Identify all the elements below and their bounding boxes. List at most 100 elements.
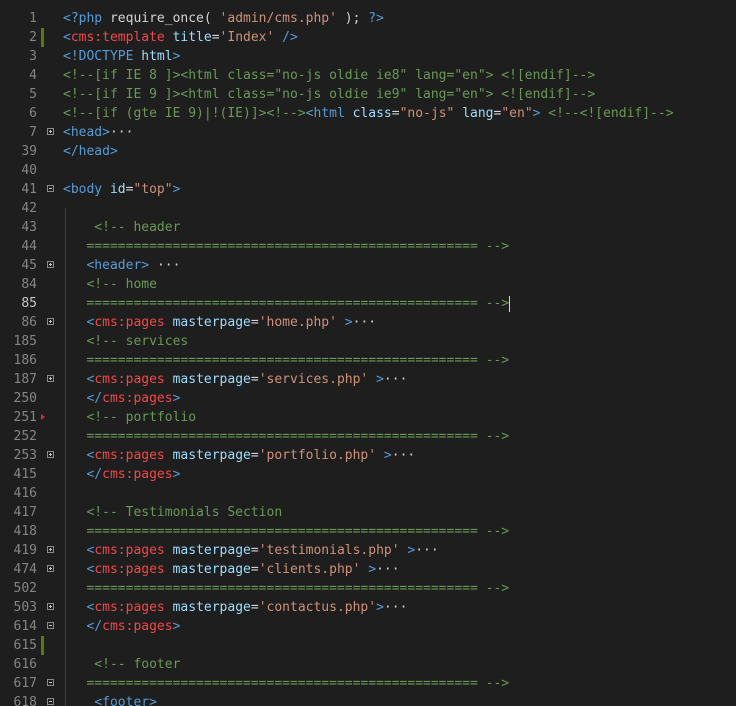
code-line[interactable]: 2 <cms:template title='Index' /> (0, 28, 736, 47)
code-token: cms:pages (94, 600, 165, 615)
code-line[interactable]: 502 ====================================… (0, 579, 736, 598)
collapse-fold-icon[interactable] (47, 622, 54, 629)
code-line[interactable]: 44 =====================================… (0, 237, 736, 256)
line-number: 187 (13, 372, 37, 387)
code-token: <?php (63, 11, 103, 26)
code-line[interactable]: 616 <!-- footer (0, 655, 736, 674)
line-number: 253 (13, 448, 37, 463)
code-line[interactable]: 1 <?php require_once( 'admin/cms.php' ); … (0, 9, 736, 28)
folded-region-ellipsis[interactable]: ··· (353, 315, 376, 330)
code-token: <!-- header (63, 220, 181, 235)
code-line[interactable]: 185 <!-- services (0, 332, 736, 351)
code-line[interactable]: 45 <header> ··· (0, 256, 736, 275)
folded-region-ellipsis[interactable]: ··· (384, 600, 407, 615)
expand-fold-icon[interactable] (47, 451, 54, 458)
code-line[interactable]: 86 <cms:pages masterpage='home.php' >··· (0, 313, 736, 332)
code-line[interactable]: 40 (0, 161, 736, 180)
code-text: <?php require_once( 'admin/cms.php' ); ?… (63, 9, 384, 28)
code-token: masterpage (164, 600, 251, 615)
code-line[interactable]: 415 </cms:pages> (0, 465, 736, 484)
code-line[interactable]: 474 <cms:pages masterpage='clients.php' … (0, 560, 736, 579)
code-line[interactable]: 187 <cms:pages masterpage='services.php'… (0, 370, 736, 389)
folded-region-ellipsis[interactable]: ··· (392, 448, 415, 463)
collapse-fold-icon[interactable] (47, 698, 54, 705)
code-line[interactable]: 614 </cms:pages> (0, 617, 736, 636)
code-line[interactable]: 252 ====================================… (0, 427, 736, 446)
expand-fold-icon[interactable] (47, 546, 54, 553)
line-number: 4 (29, 68, 37, 83)
line-number: 45 (21, 258, 37, 273)
code-line[interactable]: 6 <!--[if (gte IE 9)|!(IE)]><!--><html cl… (0, 104, 736, 123)
line-number: 186 (13, 353, 37, 368)
expand-fold-icon[interactable] (47, 375, 54, 382)
code-line[interactable]: 39 </head> (0, 142, 736, 161)
code-line[interactable]: 41 <body id="top"> (0, 180, 736, 199)
code-token: masterpage (164, 372, 251, 387)
code-token: masterpage (164, 562, 251, 577)
code-text: <head>··· (63, 123, 133, 142)
code-line[interactable]: 42 (0, 199, 736, 218)
code-line[interactable]: 418 ====================================… (0, 522, 736, 541)
code-token: 'services.php' (258, 372, 369, 387)
code-line[interactable]: 85 =====================================… (0, 294, 736, 313)
code-text: <body id="top"> (63, 180, 180, 199)
expand-fold-icon[interactable] (47, 261, 54, 268)
line-number: 185 (13, 334, 37, 349)
code-line[interactable]: 503 <cms:pages masterpage='contactus.php… (0, 598, 736, 617)
code-token: masterpage (164, 448, 251, 463)
code-line[interactable]: 253 <cms:pages masterpage='portfolio.php… (0, 446, 736, 465)
code-line[interactable]: 186 ====================================… (0, 351, 736, 370)
code-token: html (141, 49, 173, 64)
code-token: > (172, 49, 181, 64)
code-line[interactable]: 617 ====================================… (0, 674, 736, 693)
expand-fold-icon[interactable] (47, 565, 54, 572)
code-text: </cms:pages> (63, 389, 180, 408)
line-number: 3 (29, 49, 37, 64)
line-number: 503 (13, 600, 37, 615)
folded-region-ellipsis[interactable]: ··· (376, 562, 399, 577)
code-line[interactable]: 419 <cms:pages masterpage='testimonials.… (0, 541, 736, 560)
code-text: <footer> (63, 693, 157, 706)
code-line[interactable]: 417 <!-- Testimonials Section (0, 503, 736, 522)
code-text: <!-- services (63, 332, 188, 351)
code-line[interactable]: 7 <head>··· (0, 123, 736, 142)
code-line[interactable]: 3 <!DOCTYPE html> (0, 47, 736, 66)
line-number: 416 (13, 486, 37, 501)
code-line[interactable]: 416 (0, 484, 736, 503)
folded-region-ellipsis[interactable]: ··· (384, 372, 407, 387)
code-token: = (250, 315, 259, 330)
code-line[interactable]: 615 (0, 636, 736, 655)
line-number: 474 (13, 562, 37, 577)
code-text: <cms:pages masterpage='contactus.php'>··… (63, 598, 407, 617)
code-token: ========================================… (63, 676, 510, 691)
collapse-fold-icon[interactable] (47, 679, 54, 686)
code-text: <cms:pages masterpage='portfolio.php' >·… (63, 446, 415, 465)
code-token: > (399, 543, 416, 558)
code-text: <!-- Testimonials Section (63, 503, 282, 522)
expand-fold-icon[interactable] (47, 603, 54, 610)
code-text: <!-- header (63, 218, 180, 237)
code-line[interactable]: 251 <!-- portfolio (0, 408, 736, 427)
expand-fold-icon[interactable] (47, 128, 54, 135)
code-line[interactable]: 5 <!--[if IE 9 ]><html class="no-js oldie… (0, 85, 736, 104)
code-line[interactable]: 84 <!-- home (0, 275, 736, 294)
code-token: ?> (368, 11, 384, 26)
code-token: cms:pages (94, 448, 165, 463)
code-token: "en" (501, 106, 533, 121)
folded-region-ellipsis[interactable]: ··· (110, 125, 133, 140)
code-line[interactable]: 250 </cms:pages> (0, 389, 736, 408)
code-line[interactable]: 4 <!--[if IE 8 ]><html class="no-js oldie… (0, 66, 736, 85)
code-editor[interactable]: 1 <?php require_once( 'admin/cms.php' ); … (0, 0, 736, 706)
collapse-fold-icon[interactable] (47, 185, 54, 192)
expand-fold-icon[interactable] (47, 318, 54, 325)
code-line[interactable]: 43 <!-- header (0, 218, 736, 237)
code-line[interactable]: 618 <footer> (0, 693, 736, 706)
code-token: cms:pages (94, 315, 165, 330)
folded-region-ellipsis[interactable]: ··· (157, 258, 180, 273)
line-number: 5 (29, 87, 37, 102)
code-token: cms:pages (102, 619, 173, 634)
folded-region-ellipsis[interactable]: ··· (415, 543, 438, 558)
